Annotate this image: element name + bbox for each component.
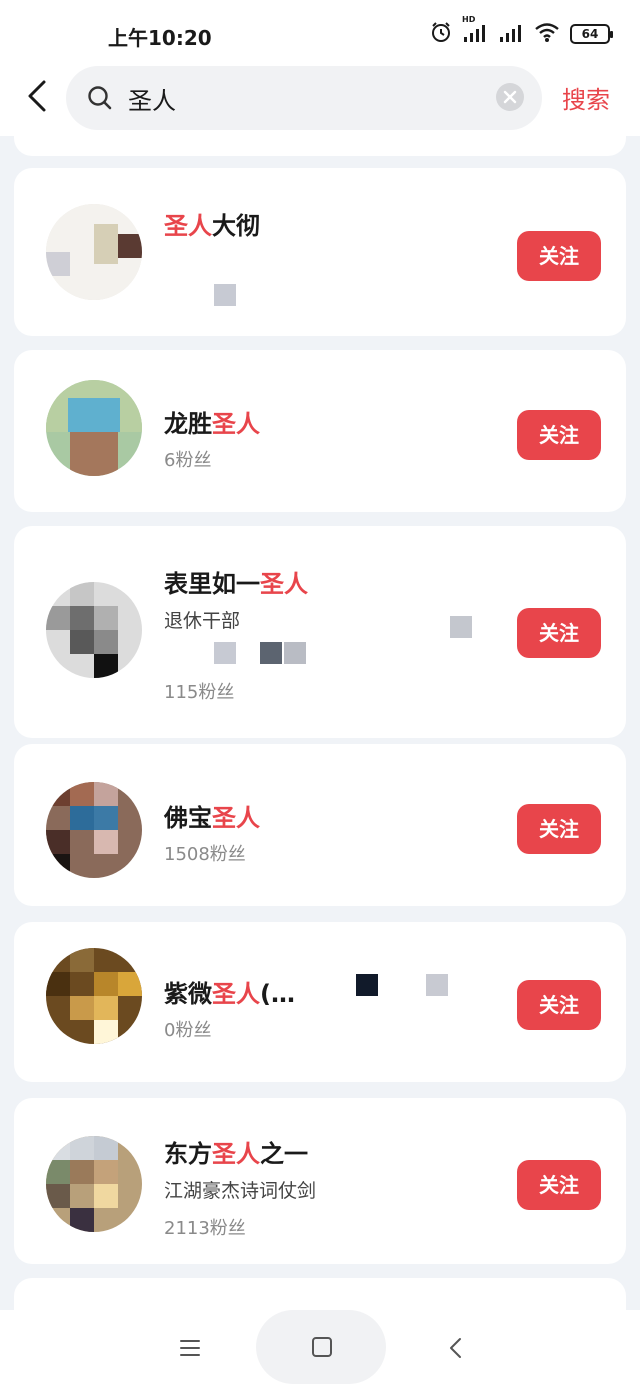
avatar: [46, 204, 142, 300]
navigation-bar: [0, 1310, 640, 1387]
follower-count: 6粉丝: [164, 450, 212, 471]
avatar: [46, 582, 142, 678]
user-name: 表里如一圣人: [164, 570, 308, 598]
list-item[interactable]: 东方圣人之一 江湖豪杰诗词仗剑 2113粉丝 关注: [14, 1098, 626, 1264]
signal-hd-icon: HD: [462, 15, 488, 47]
status-icons: HD 64: [430, 15, 613, 47]
signal-icon: [498, 21, 524, 47]
list-item[interactable]: 圣人大彻 关注: [14, 168, 626, 336]
status-time: 上午10:20: [108, 26, 212, 50]
censored-area: [214, 284, 236, 306]
user-description: 江湖豪杰诗词仗剑: [164, 1180, 317, 1202]
close-circle-icon: [503, 90, 517, 104]
follow-button[interactable]: 关注: [517, 231, 601, 281]
censored-area: [284, 642, 306, 664]
battery-icon: 64: [570, 24, 613, 44]
status-bar: 上午10:20 HD 64: [0, 0, 640, 68]
list-item[interactable]: 紫微圣人(… 0粉丝 关注: [14, 922, 626, 1082]
avatar: [46, 948, 142, 1044]
censored-area: [214, 642, 236, 664]
menu-icon: [180, 1340, 200, 1356]
square-icon: [312, 1337, 332, 1357]
user-name: 东方圣人之一: [164, 1140, 308, 1168]
chevron-left-icon: [28, 80, 46, 112]
nav-home-button[interactable]: [256, 1310, 386, 1384]
list-item[interactable]: 佛宝圣人 1508粉丝 关注: [14, 744, 626, 906]
back-button[interactable]: [20, 76, 56, 116]
user-name: 佛宝圣人: [164, 804, 260, 832]
nav-back-button[interactable]: [438, 1332, 474, 1364]
chevron-left-icon: [450, 1338, 461, 1358]
censored-area: [260, 642, 282, 664]
search-icon: [88, 86, 112, 110]
user-name: 紫微圣人(…: [164, 980, 295, 1008]
user-name: 龙胜圣人: [164, 410, 260, 438]
wifi-icon: [534, 21, 560, 47]
user-description: 退休干部: [164, 610, 241, 632]
list-item[interactable]: 表里如一圣人 退休干部 115粉丝 关注: [14, 526, 626, 738]
follower-count: 1508粉丝: [164, 844, 246, 865]
search-header: 搜索: [0, 60, 640, 136]
avatar: [46, 782, 142, 878]
avatar: [46, 380, 142, 476]
follow-button[interactable]: 关注: [517, 804, 601, 854]
list-item[interactable]: 龙胜圣人 6粉丝 关注: [14, 350, 626, 512]
search-box[interactable]: [66, 66, 542, 130]
censored-area: [356, 974, 378, 996]
user-name: 圣人大彻: [164, 212, 260, 240]
avatar: [46, 1136, 142, 1232]
follow-button[interactable]: 关注: [517, 608, 601, 658]
follow-button[interactable]: 关注: [517, 410, 601, 460]
censored-area: [450, 616, 472, 638]
follower-count: 115粉丝: [164, 682, 235, 703]
follow-button[interactable]: 关注: [517, 1160, 601, 1210]
follow-button[interactable]: 关注: [517, 980, 601, 1030]
follower-count: 0粉丝: [164, 1020, 212, 1041]
alarm-icon: [430, 21, 452, 47]
search-input[interactable]: [128, 82, 488, 114]
signal-hd-label: HD: [462, 15, 476, 24]
list-item-partial: [14, 136, 626, 156]
clear-search-button[interactable]: [496, 83, 524, 111]
results-list: 圣人大彻 关注 龙胜圣人 6粉丝 关注 表里如一圣人 退休干部 115粉丝 关注…: [0, 136, 640, 1310]
search-submit-button[interactable]: 搜索: [562, 80, 610, 115]
list-item-partial: [14, 1278, 626, 1310]
censored-area: [426, 974, 448, 996]
nav-menu-button[interactable]: [172, 1332, 208, 1364]
follower-count: 2113粉丝: [164, 1218, 246, 1239]
